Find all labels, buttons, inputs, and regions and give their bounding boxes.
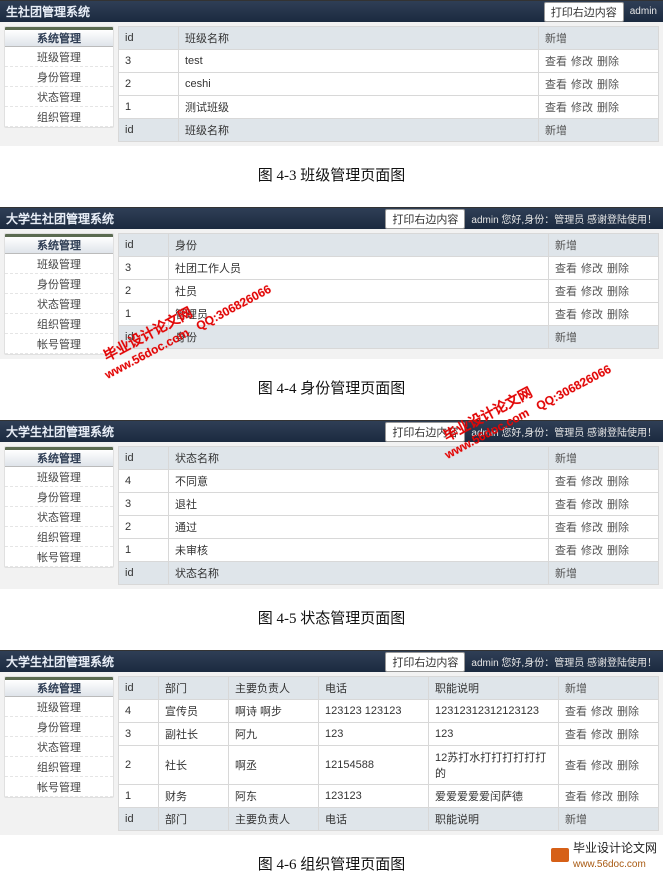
row-actions[interactable]: 查看修改删除 — [539, 73, 659, 96]
app-title: 大学生社团管理系统 — [6, 423, 114, 440]
org-table: id 部门 主要负责人 电话 职能说明 新增 4宣传员啊诗 啊步123123 1… — [118, 676, 659, 831]
table-row: 4宣传员啊诗 啊步123123 12312312312312312123123查… — [119, 700, 659, 723]
sidebar-item-status[interactable]: 状态管理 — [5, 294, 113, 314]
panel-org-mgmt: 大学生社团管理系统 打印右边内容 admin 您好,身份：管理员 感谢登陆使用！… — [0, 650, 663, 835]
app-title: 大学生社团管理系统 — [6, 653, 114, 670]
app-title: 生社团管理系统 — [6, 3, 90, 20]
panel-class-mgmt: 生社团管理系统 打印右边内容 admin 系统管理 班级管理 身份管理 状态管理… — [0, 0, 663, 146]
row-actions[interactable]: 查看修改删除 — [539, 96, 659, 119]
app-title: 大学生社团管理系统 — [6, 210, 114, 227]
figure-caption: 图 4-4 身份管理页面图 — [0, 377, 663, 398]
table-row: 3社团工作人员查看修改删除 — [119, 257, 659, 280]
figure-caption: 图 4-5 状态管理页面图 — [0, 607, 663, 628]
sidebar: 系统管理 班级管理 身份管理 状态管理 组织管理 帐号管理 — [4, 446, 114, 568]
topbar: 大学生社团管理系统 打印右边内容 admin 您好,身份：管理员 感谢登陆使用！ — [0, 420, 663, 442]
sidebar-item-identity[interactable]: 身份管理 — [5, 274, 113, 294]
status-table: id 状态名称 新增 4不同意查看修改删除 3退社查看修改删除 2通过查看修改删… — [118, 446, 659, 585]
user-info: admin 您好,身份：管理员 感谢登陆使用！ — [471, 424, 657, 439]
table-row: 2ceshi查看修改删除 — [119, 73, 659, 96]
sidebar-item-class[interactable]: 班级管理 — [5, 254, 113, 274]
sidebar-item-class[interactable]: 班级管理 — [5, 47, 113, 67]
print-button[interactable]: 打印右边内容 — [544, 2, 624, 22]
print-button[interactable]: 打印右边内容 — [385, 209, 465, 229]
sidebar: 系统管理 班级管理 身份管理 状态管理 组织管理 — [4, 26, 114, 128]
sidebar-item-org[interactable]: 组织管理 — [5, 107, 113, 127]
table-row: 1测试班级查看修改删除 — [119, 96, 659, 119]
table-row: 3副社长阿九123123查看修改删除 — [119, 723, 659, 746]
figure-caption: 图 4-3 班级管理页面图 — [0, 164, 663, 185]
sidebar: 系统管理 班级管理 身份管理 状态管理 组织管理 帐号管理 — [4, 233, 114, 355]
table-row: 2社员查看修改删除 — [119, 280, 659, 303]
table-row: 3退社查看修改删除 — [119, 493, 659, 516]
logo-icon — [551, 848, 569, 862]
sidebar-item-identity[interactable]: 身份管理 — [5, 67, 113, 87]
panel-status-mgmt: 大学生社团管理系统 打印右边内容 admin 您好,身份：管理员 感谢登陆使用！… — [0, 420, 663, 589]
sidebar-head: 系统管理 — [5, 27, 113, 47]
user-info: admin 您好,身份：管理员 感谢登陆使用！ — [471, 654, 657, 669]
topbar: 大学生社团管理系统 打印右边内容 admin 您好,身份：管理员 感谢登陆使用！ — [0, 207, 663, 229]
sidebar-item-org[interactable]: 组织管理 — [5, 314, 113, 334]
col-add[interactable]: 新增 — [539, 27, 659, 50]
identity-table: id 身份 新增 3社团工作人员查看修改删除 2社员查看修改删除 1管理员查看修… — [118, 233, 659, 349]
sidebar-item-account[interactable]: 帐号管理 — [5, 334, 113, 354]
table-row: 1未审核查看修改删除 — [119, 539, 659, 562]
print-button[interactable]: 打印右边内容 — [385, 652, 465, 672]
print-button[interactable]: 打印右边内容 — [385, 422, 465, 442]
sidebar: 系统管理 班级管理 身份管理 状态管理 组织管理 帐号管理 — [4, 676, 114, 798]
sidebar-item-status[interactable]: 状态管理 — [5, 87, 113, 107]
panel-identity-mgmt: 大学生社团管理系统 打印右边内容 admin 您好,身份：管理员 感谢登陆使用！… — [0, 207, 663, 359]
table-row: 1财务阿东123123爱爱爱爱爱闰萨德查看修改删除 — [119, 785, 659, 808]
user-label: admin — [630, 6, 657, 17]
col-id: id — [119, 27, 179, 50]
topbar: 生社团管理系统 打印右边内容 admin — [0, 0, 663, 22]
class-table: id 班级名称 新增 3test查看修改删除 2ceshi查看修改删除 1测试班… — [118, 26, 659, 142]
table-row: 2社长啊丞1215458812苏打水打打打打打打的查看修改删除 — [119, 746, 659, 785]
table-row: 1管理员查看修改删除 — [119, 303, 659, 326]
table-row: 4不同意查看修改删除 — [119, 470, 659, 493]
table-row: 3test查看修改删除 — [119, 50, 659, 73]
topbar: 大学生社团管理系统 打印右边内容 admin 您好,身份：管理员 感谢登陆使用！ — [0, 650, 663, 672]
user-info: admin 您好,身份：管理员 感谢登陆使用！ — [471, 211, 657, 226]
footer-logo: 毕业设计论文网 www.56doc.com — [551, 839, 657, 870]
table-row: 2通过查看修改删除 — [119, 516, 659, 539]
col-name: 班级名称 — [179, 27, 539, 50]
row-actions[interactable]: 查看修改删除 — [539, 50, 659, 73]
